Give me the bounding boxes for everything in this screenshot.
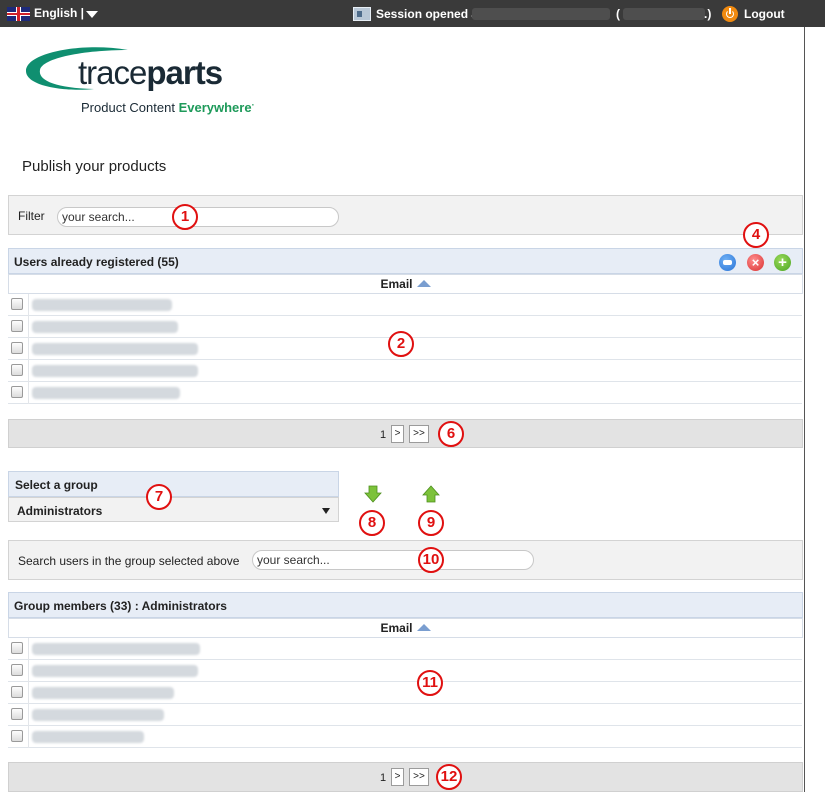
marker-7: 7 xyxy=(146,484,172,510)
email-column-label: Email xyxy=(380,277,413,291)
row-checkbox[interactable] xyxy=(11,320,23,332)
dropdown-caret-icon[interactable] xyxy=(322,508,330,514)
logo-tagline-accent: Everywhere xyxy=(178,100,252,115)
marker-12: 12 xyxy=(436,764,462,790)
page-title: Publish your products xyxy=(22,158,167,175)
redacted-email xyxy=(32,687,174,699)
edit-icon[interactable] xyxy=(719,254,736,271)
redacted-email xyxy=(32,343,198,355)
row-divider xyxy=(28,338,29,360)
row-divider xyxy=(28,660,29,682)
paren-open: ( xyxy=(616,7,620,21)
redacted-email xyxy=(32,665,198,677)
redacted-email xyxy=(32,365,198,377)
paren-close: .) xyxy=(704,7,712,21)
table-row[interactable] xyxy=(8,682,802,704)
logo-tagline: Product Content Everywhere· xyxy=(81,100,255,115)
logo-name-light: trace xyxy=(78,54,147,91)
pager-page-number: 1 xyxy=(380,429,387,441)
redacted-email xyxy=(32,387,180,399)
redacted-company xyxy=(623,8,705,20)
row-divider xyxy=(28,638,29,660)
table-row[interactable] xyxy=(8,726,802,748)
row-divider xyxy=(28,294,29,316)
logo-name-bold: parts xyxy=(146,54,223,91)
redacted-email xyxy=(32,299,172,311)
logo-wordmark: traceparts xyxy=(78,54,223,92)
group-selected-value: Administrators xyxy=(17,504,103,518)
members-pager-next-button[interactable]: > xyxy=(391,768,404,786)
redacted-email xyxy=(32,643,200,655)
language-selector[interactable]: English | xyxy=(34,6,84,20)
registered-pager: 1 > >> xyxy=(8,419,803,448)
table-row[interactable] xyxy=(8,660,802,682)
table-row[interactable] xyxy=(8,638,802,660)
redacted-email xyxy=(32,731,144,743)
logout-link[interactable]: Logout xyxy=(744,7,785,21)
table-row[interactable] xyxy=(8,294,802,316)
row-divider xyxy=(28,316,29,338)
registered-users-header: Users already registered (55) xyxy=(8,248,803,274)
row-checkbox[interactable] xyxy=(11,642,23,654)
row-divider xyxy=(28,682,29,704)
add-icon[interactable]: + xyxy=(774,254,791,271)
group-dropdown[interactable]: Administrators xyxy=(8,497,339,522)
redacted-email xyxy=(32,709,164,721)
row-checkbox[interactable] xyxy=(11,708,23,720)
members-pager-page-number: 1 xyxy=(380,772,387,784)
row-divider xyxy=(28,704,29,726)
marker-11: 11 xyxy=(417,670,443,696)
filter-label: Filter xyxy=(18,209,45,223)
group-members-header: Group members (33) : Administrators xyxy=(8,592,803,618)
members-email-column-header[interactable]: Email xyxy=(8,618,803,638)
power-icon[interactable] xyxy=(722,6,738,22)
members-pager: 1 > >> xyxy=(8,762,803,792)
delete-icon[interactable]: × xyxy=(747,254,764,271)
group-search-input[interactable]: your search... xyxy=(252,550,534,570)
marker-4: 4 xyxy=(743,222,769,248)
row-divider xyxy=(28,726,29,748)
pager-next-button[interactable]: > xyxy=(391,425,404,443)
window-border xyxy=(804,27,805,792)
marker-10: 10 xyxy=(418,547,444,573)
chevron-down-icon[interactable] xyxy=(86,11,98,18)
email-column-header[interactable]: Email xyxy=(8,274,803,294)
uk-flag-icon[interactable] xyxy=(7,7,30,21)
members-email-column-label: Email xyxy=(380,621,413,635)
arrow-down-icon[interactable] xyxy=(364,485,382,503)
table-row[interactable] xyxy=(8,382,802,404)
marker-6: 6 xyxy=(438,421,464,447)
group-search-label: Search users in the group selected above xyxy=(18,554,240,568)
table-row[interactable] xyxy=(8,360,802,382)
pager-last-button[interactable]: >> xyxy=(409,425,429,443)
row-checkbox[interactable] xyxy=(11,342,23,354)
row-checkbox[interactable] xyxy=(11,664,23,676)
session-label: Session opened as xyxy=(376,7,485,21)
marker-8: 8 xyxy=(359,510,385,536)
marker-1: 1 xyxy=(172,204,198,230)
redacted-username xyxy=(472,8,610,20)
row-divider xyxy=(28,360,29,382)
id-card-icon xyxy=(353,7,371,21)
filter-input[interactable]: your search... xyxy=(57,207,339,227)
logo-tagline-start: Product Content xyxy=(81,100,179,115)
select-group-label: Select a group xyxy=(8,471,339,497)
table-row[interactable] xyxy=(8,704,802,726)
members-pager-last-button[interactable]: >> xyxy=(409,768,429,786)
row-checkbox[interactable] xyxy=(11,730,23,742)
row-checkbox[interactable] xyxy=(11,298,23,310)
sort-ascending-icon[interactable] xyxy=(416,280,431,287)
row-checkbox[interactable] xyxy=(11,386,23,398)
logo-tagline-mark: · xyxy=(251,100,255,110)
arrow-up-icon[interactable] xyxy=(422,485,440,503)
row-divider xyxy=(28,382,29,404)
row-checkbox[interactable] xyxy=(11,364,23,376)
row-checkbox[interactable] xyxy=(11,686,23,698)
sort-ascending-icon[interactable] xyxy=(416,624,431,631)
marker-9: 9 xyxy=(418,510,444,536)
top-bar: English | Session opened as ( .) Logout xyxy=(0,0,825,27)
marker-2: 2 xyxy=(388,331,414,357)
redacted-email xyxy=(32,321,178,333)
